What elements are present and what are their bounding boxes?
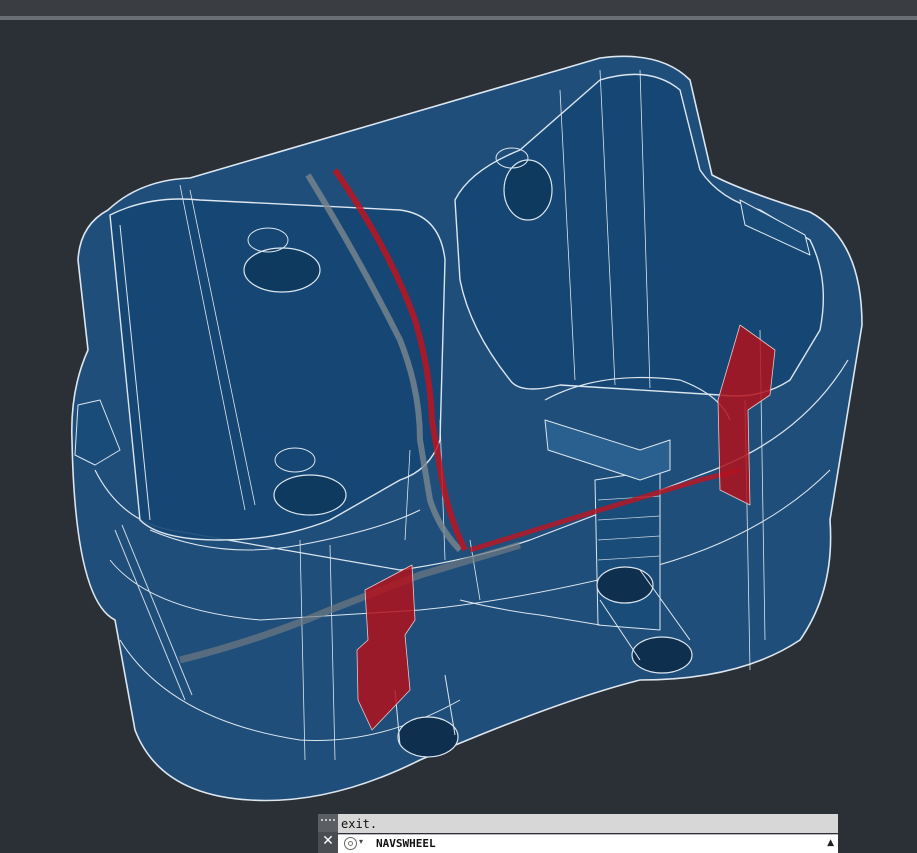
command-history-text: exit. bbox=[338, 814, 838, 833]
hole-bottom-left bbox=[273, 474, 347, 516]
command-input-text: NAVSWHEEL bbox=[376, 837, 436, 850]
close-command-line-button[interactable]: ✕ bbox=[318, 832, 338, 853]
drag-grip-handle[interactable] bbox=[318, 814, 338, 832]
boss-hole-left bbox=[397, 716, 459, 758]
command-line-panel: ✕ exit. ▾ NAVSWHEEL ▲ bbox=[318, 814, 838, 853]
search-command-icon[interactable] bbox=[344, 837, 357, 850]
boss-hole-center bbox=[596, 566, 654, 604]
history-toggle-icon[interactable]: ▲ bbox=[827, 838, 834, 848]
command-input[interactable]: ▾ NAVSWHEEL ▲ bbox=[338, 834, 838, 853]
title-bar bbox=[0, 0, 917, 16]
model-3d-housing bbox=[71, 55, 863, 802]
recent-commands-dropdown-icon[interactable]: ▾ bbox=[359, 837, 363, 846]
hole-top-right bbox=[503, 159, 553, 221]
hole-top-left bbox=[243, 247, 321, 293]
boss-hole-right bbox=[631, 636, 693, 674]
drawing-viewport[interactable] bbox=[0, 20, 917, 853]
